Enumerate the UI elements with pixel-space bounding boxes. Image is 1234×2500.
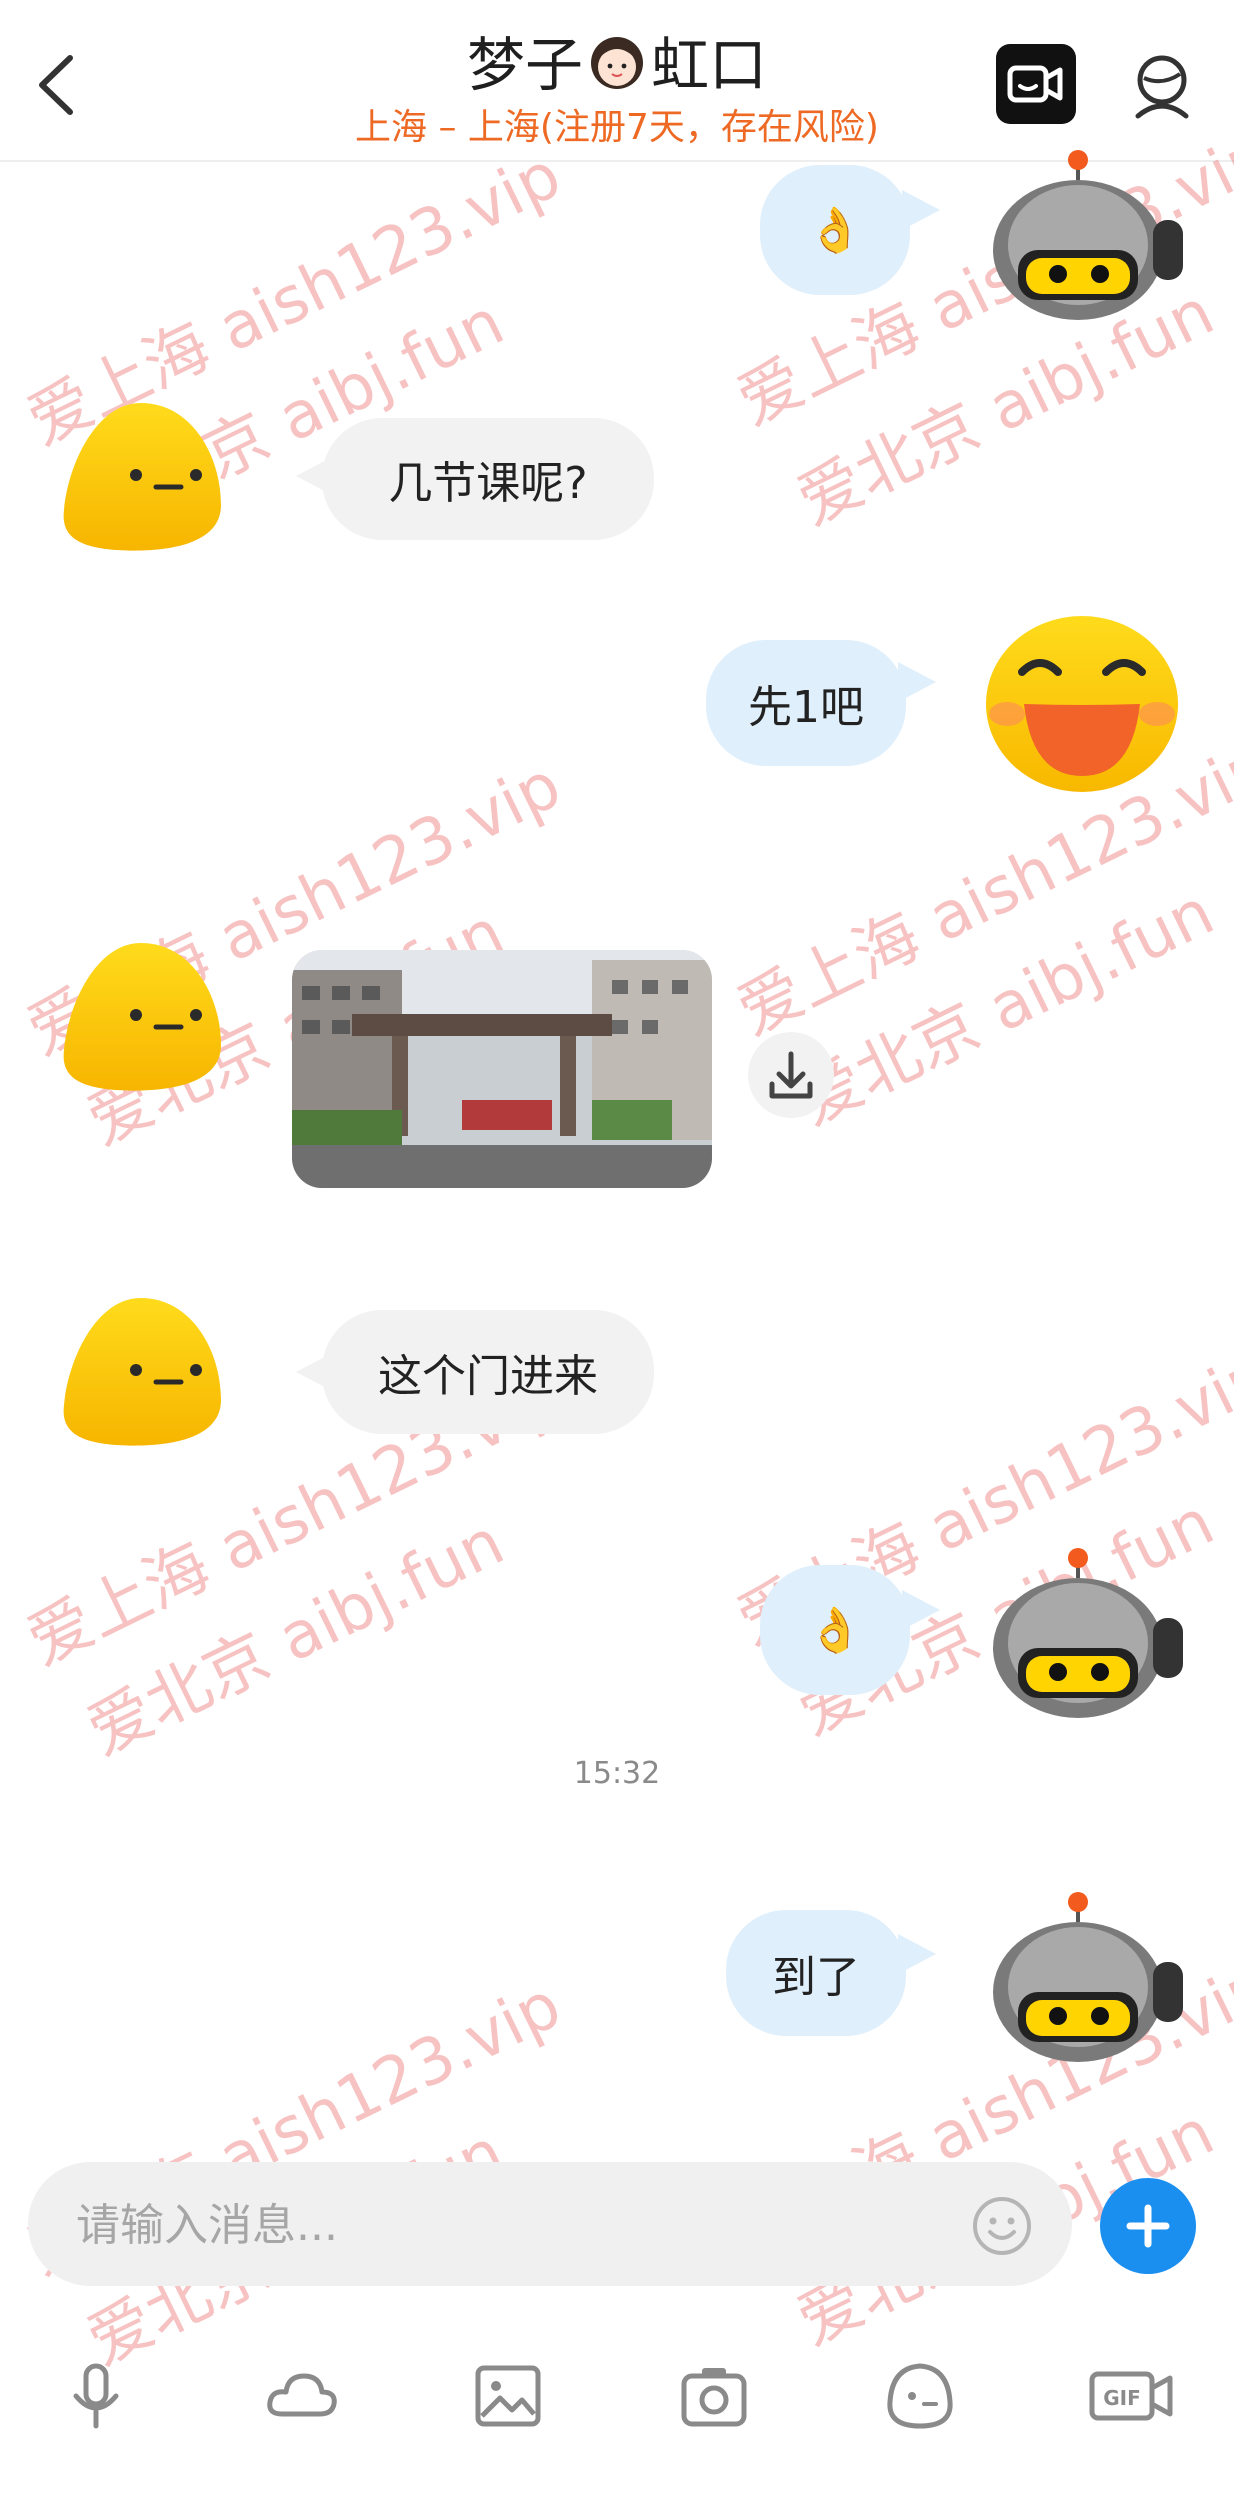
bubble-tail [898, 1934, 936, 1974]
back-arrow-icon[interactable] [30, 50, 90, 120]
message-emoji: 👌 [807, 205, 863, 256]
video-camera-icon [1007, 65, 1063, 103]
image-icon[interactable] [468, 2356, 548, 2436]
message-timestamp: 15:32 [573, 1756, 661, 1791]
download-icon [769, 1051, 813, 1099]
gate-photo-image [292, 950, 712, 1188]
yellow-blob-avatar[interactable] [56, 935, 226, 1095]
svg-text:GIF: GIF [1103, 2386, 1141, 2410]
emoji-picker-icon[interactable] [970, 2194, 1034, 2258]
message-emoji: 👌 [807, 1605, 863, 1656]
download-button[interactable] [748, 1032, 834, 1118]
message-bubble-outgoing[interactable]: 先1吧 [706, 640, 906, 766]
robot-avatar[interactable] [988, 150, 1188, 320]
contact-location-label: 虹口 [651, 31, 768, 99]
girl-emoji-icon [591, 37, 643, 89]
robot-avatar[interactable] [988, 1548, 1188, 1718]
message-input[interactable] [74, 2162, 938, 2288]
yellow-blob-avatar[interactable] [56, 1290, 226, 1450]
message-bubble-incoming[interactable]: 几节课呢? [322, 418, 654, 540]
message-text: 这个门进来 [378, 1351, 598, 1402]
message-text: 先1吧 [748, 682, 864, 733]
plus-icon [1126, 2204, 1170, 2248]
microphone-icon[interactable] [56, 2356, 136, 2436]
chat-title: 梦子 虹口 [300, 18, 934, 102]
contact-subtitle: 上海 – 上海(注册7天，存在风险) [355, 107, 879, 148]
message-photo[interactable] [292, 950, 712, 1188]
message-text: 到了 [772, 1952, 860, 2003]
camera-icon[interactable] [674, 2356, 754, 2436]
bubble-tail [898, 662, 936, 702]
contact-profile-icon[interactable] [1124, 48, 1200, 124]
watermark-text: 爱北京 aibj.fun [786, 875, 1226, 1140]
watermark-text: 爱北京 aibj.fun [76, 1505, 516, 1770]
gif-icon[interactable]: GIF [1086, 2356, 1176, 2436]
message-bubble-outgoing[interactable]: 👌 [760, 1565, 910, 1695]
emoji-face-icon[interactable] [880, 2356, 960, 2436]
more-actions-button[interactable] [1100, 2178, 1196, 2274]
yellow-blob-avatar[interactable] [56, 395, 226, 555]
bubble-tail [902, 1590, 940, 1630]
bubble-tail [902, 190, 940, 230]
message-text: 几节课呢? [388, 458, 588, 509]
laughing-emoji-avatar[interactable] [982, 606, 1182, 796]
robot-avatar[interactable] [988, 1892, 1188, 2062]
contact-name: 梦子 [466, 31, 583, 99]
message-bubble-outgoing[interactable]: 到了 [726, 1910, 906, 2036]
cloud-icon[interactable] [262, 2356, 342, 2436]
message-bubble-outgoing[interactable]: 👌 [760, 165, 910, 295]
video-call-button[interactable] [996, 44, 1076, 124]
message-bubble-incoming[interactable]: 这个门进来 [322, 1310, 654, 1434]
